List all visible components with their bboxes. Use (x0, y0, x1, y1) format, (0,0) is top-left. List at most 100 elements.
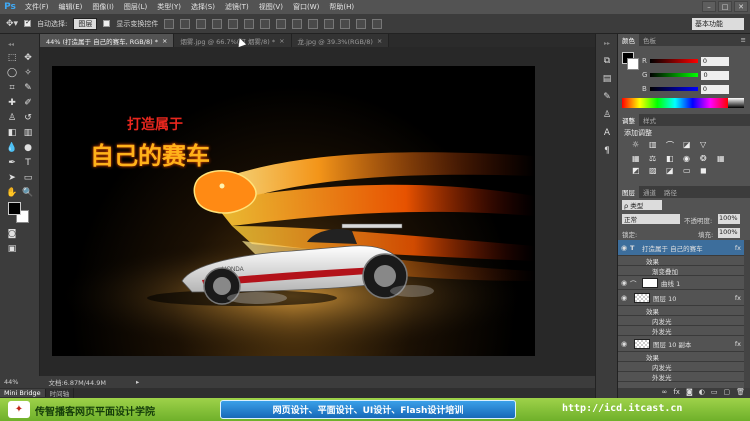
color-balance-icon[interactable]: ⚖ (649, 154, 663, 163)
new-adjustment-icon[interactable]: ◐ (699, 388, 705, 398)
menu-layer[interactable]: 图层(L) (119, 2, 152, 12)
distribute-top-icon[interactable] (260, 18, 271, 29)
visibility-eye-icon[interactable]: ◉ (618, 340, 630, 348)
blue-value-field[interactable]: 0 (700, 84, 729, 94)
tab-document-smoke[interactable]: 烟雾.jpg @ 66.7%(灯 烟雾/8) * × (174, 34, 292, 47)
pen-tool-icon[interactable]: ✒ (5, 157, 19, 169)
channel-mixer-icon[interactable]: ❂ (700, 154, 714, 163)
color-lookup-icon[interactable]: ▦ (717, 154, 731, 163)
selective-color-icon[interactable]: ◼ (700, 166, 714, 175)
distribute-left-icon[interactable] (308, 18, 319, 29)
screen-mode-icon[interactable]: ▣ (5, 243, 19, 255)
align-middle-icon[interactable] (180, 18, 191, 29)
curves-icon[interactable]: ⌒ (666, 140, 680, 151)
zoom-level[interactable]: 44% (4, 378, 18, 386)
magic-wand-tool-icon[interactable]: ✧ (21, 67, 35, 79)
shape-tool-icon[interactable]: ▭ (21, 172, 35, 184)
minimize-button[interactable]: – (702, 1, 716, 12)
close-icon[interactable]: × (279, 37, 284, 45)
tab-document-main[interactable]: 44% (打造属于 自己的赛车, RGB/8) * × (40, 34, 175, 47)
paragraph-panel-icon[interactable]: ¶ (601, 146, 613, 158)
foreground-color-swatch[interactable] (8, 202, 21, 215)
panel-menu-icon[interactable]: ≡ (741, 36, 746, 44)
move-tool-icon[interactable]: ✥▾ (6, 19, 18, 29)
tab-color[interactable]: 颜色 (618, 34, 639, 46)
add-mask-icon[interactable]: ◙ (686, 388, 693, 398)
tab-channels[interactable]: 通道 (639, 187, 660, 197)
dodge-tool-icon[interactable]: ● (21, 142, 35, 154)
close-icon[interactable]: × (377, 37, 382, 45)
align-bottom-icon[interactable] (196, 18, 207, 29)
hand-tool-icon[interactable]: ✋ (5, 187, 19, 199)
type-tool-icon[interactable]: T (21, 157, 35, 169)
banner-url[interactable]: http://icd.itcast.cn (562, 403, 682, 414)
menu-edit[interactable]: 编辑(E) (54, 2, 88, 12)
effects-row[interactable]: 效果 (618, 352, 744, 362)
lasso-tool-icon[interactable]: ◯ (5, 67, 19, 79)
zoom-tool-icon[interactable]: 🔍 (21, 187, 35, 199)
effect-item-row[interactable]: 外发光 (618, 326, 744, 336)
mask-thumbnail[interactable] (642, 277, 658, 288)
green-slider[interactable] (650, 73, 699, 77)
align-top-icon[interactable] (164, 18, 175, 29)
tab-swatches[interactable]: 色板 (639, 35, 660, 45)
layer-row-curves[interactable]: ◉ ⌒ 曲线 1 (618, 276, 744, 290)
bg-color-swatch[interactable] (627, 58, 639, 70)
levels-icon[interactable]: ▥ (649, 140, 663, 151)
layer-kind-filter[interactable]: ρ 类型 (622, 200, 662, 210)
effects-row[interactable]: 效果 (618, 306, 744, 316)
gradient-tool-icon[interactable]: ▥ (21, 127, 35, 139)
distribute-bottom-icon[interactable] (292, 18, 303, 29)
layer-row-layer10-copy[interactable]: ◉ 图层 10 副本 fx (618, 336, 744, 352)
layer-row-layer10[interactable]: ◉ 图层 10 fx (618, 290, 744, 306)
link-layers-icon[interactable]: ∞ (662, 388, 668, 398)
hue-saturation-icon[interactable]: ▦ (632, 154, 646, 163)
clone-source-icon[interactable]: ♙ (601, 110, 613, 122)
auto-select-dropdown[interactable]: 图层 (73, 17, 98, 30)
brightness-icon[interactable]: ☼ (632, 140, 646, 151)
spectrum-white-black[interactable] (728, 98, 744, 108)
invert-icon[interactable]: ◩ (632, 166, 646, 175)
crop-tool-icon[interactable]: ⌗ (5, 82, 19, 94)
menu-view[interactable]: 视图(V) (254, 2, 288, 12)
quick-mask-icon[interactable]: ◙ (5, 228, 19, 240)
menu-window[interactable]: 窗口(W) (288, 2, 324, 12)
effect-item-row[interactable]: 外发光 (618, 372, 744, 382)
fx-badge[interactable]: fx (735, 294, 741, 302)
marquee-tool-icon[interactable]: ⬚ (5, 52, 19, 64)
close-button[interactable]: ✕ (734, 1, 748, 12)
properties-panel-icon[interactable]: ▤ (601, 74, 613, 86)
tab-layers[interactable]: 图层 (618, 186, 639, 198)
distribute-middle-icon[interactable] (276, 18, 287, 29)
tab-paths[interactable]: 路径 (660, 187, 681, 197)
close-icon[interactable]: × (162, 37, 167, 45)
menu-help[interactable]: 帮助(H) (324, 2, 359, 12)
3d-mode-icon[interactable] (372, 18, 383, 29)
fill-field[interactable]: 100% (718, 228, 740, 238)
eraser-tool-icon[interactable]: ◧ (5, 127, 19, 139)
blue-slider[interactable] (649, 87, 698, 91)
effect-item-row[interactable]: 内发光 (618, 316, 744, 326)
black-white-icon[interactable]: ◧ (666, 154, 680, 163)
threshold-icon[interactable]: ◪ (666, 166, 680, 175)
red-slider[interactable] (649, 59, 698, 63)
maximize-button[interactable]: □ (718, 1, 732, 12)
vibrance-icon[interactable]: ▽ (700, 140, 714, 151)
delete-layer-icon[interactable]: 🗑 (736, 388, 745, 398)
menu-type[interactable]: 类型(Y) (152, 2, 186, 12)
align-right-icon[interactable] (244, 18, 255, 29)
move-tool-icon[interactable]: ✥ (21, 52, 35, 64)
status-arrow-icon[interactable]: ▸ (136, 378, 139, 386)
green-value-field[interactable]: 0 (701, 70, 730, 80)
auto-select-checkbox[interactable] (24, 18, 32, 27)
align-left-icon[interactable] (212, 18, 223, 29)
auto-align-icon[interactable] (356, 18, 367, 29)
visibility-eye-icon[interactable]: ◉ (618, 294, 630, 302)
path-selection-tool-icon[interactable]: ➤ (5, 172, 19, 184)
effect-item-row[interactable]: 渐变叠加 (618, 266, 744, 276)
photo-filter-icon[interactable]: ◉ (683, 154, 697, 163)
document-canvas[interactable]: HONDA 打造属于 自己的赛车 (52, 66, 535, 356)
distribute-right-icon[interactable] (340, 18, 351, 29)
align-center-icon[interactable] (228, 18, 239, 29)
history-panel-icon[interactable]: ⧉ (601, 56, 613, 68)
